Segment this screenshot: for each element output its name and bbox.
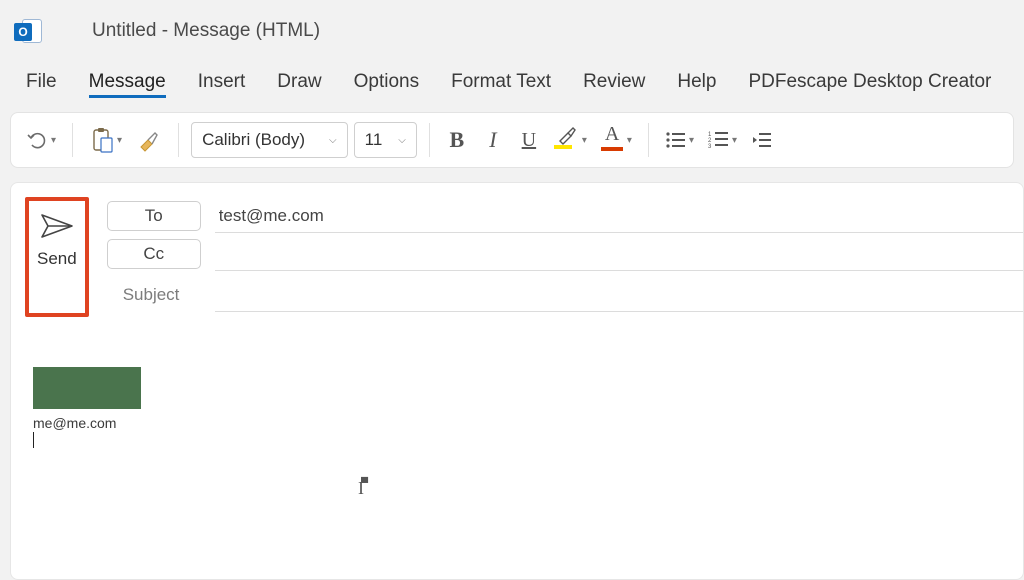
send-icon [38, 211, 76, 241]
paintbrush-icon [136, 127, 162, 153]
highlight-button[interactable]: ▾ [550, 122, 591, 158]
menu-message[interactable]: Message [89, 67, 166, 98]
format-painter-button[interactable] [132, 122, 166, 158]
compose-panel: Send To Cc Subject me@me.com I▀ [10, 182, 1024, 580]
chevron-down-icon: ▾ [689, 135, 694, 146]
menu-help[interactable]: Help [677, 67, 716, 97]
menu-format-text[interactable]: Format Text [451, 67, 551, 97]
menu-bar: File Message Insert Draw Options Format … [0, 62, 1024, 102]
send-label: Send [37, 249, 77, 269]
signature-image-block [33, 367, 141, 409]
subject-input[interactable] [215, 278, 1023, 312]
italic-button[interactable]: I [478, 122, 508, 158]
font-size-select[interactable]: 11 ⌵ [354, 122, 417, 158]
bullet-list-icon [665, 130, 687, 150]
subject-label: Subject [107, 285, 201, 305]
chevron-down-icon: ▾ [627, 135, 632, 146]
bullet-list-button[interactable]: ▾ [661, 122, 698, 158]
bold-button[interactable]: B [442, 122, 472, 158]
window-title: Untitled - Message (HTML) [92, 20, 320, 42]
to-button[interactable]: To [107, 201, 201, 231]
signature-email: me@me.com [33, 415, 1023, 431]
font-color-icon: A [601, 125, 625, 155]
chevron-down-icon: ⌵ [398, 135, 406, 146]
undo-icon [25, 128, 49, 152]
separator [429, 123, 430, 157]
undo-button[interactable]: ▾ [21, 122, 60, 158]
menu-pdfescape[interactable]: PDFescape Desktop Creator [748, 67, 991, 97]
menu-draw[interactable]: Draw [277, 67, 321, 97]
highlighter-icon [556, 125, 578, 145]
chevron-down-icon: ▾ [51, 135, 56, 146]
send-button[interactable]: Send [25, 197, 89, 317]
svg-text:3: 3 [708, 144, 712, 150]
mouse-cursor-icon: I▀ [358, 478, 1023, 499]
menu-review[interactable]: Review [583, 67, 645, 97]
separator [72, 123, 73, 157]
cc-input[interactable] [215, 237, 1023, 271]
ribbon-toolbar: ▾ ▾ Calibri (Body) ⌵ 11 ⌵ B I U [10, 112, 1014, 168]
numbered-list-icon: 1 2 3 [708, 130, 730, 150]
font-color-button[interactable]: A ▾ [597, 122, 636, 158]
chevron-down-icon: ▾ [582, 135, 587, 146]
chevron-down-icon: ⌵ [329, 135, 337, 146]
title-bar: O Untitled - Message (HTML) [0, 0, 1024, 62]
font-size-value: 11 [365, 130, 383, 150]
message-body[interactable]: me@me.com I▀ [25, 347, 1023, 579]
font-name-value: Calibri (Body) [202, 130, 305, 150]
text-caret [33, 432, 34, 448]
decrease-indent-icon [751, 130, 773, 150]
paste-button[interactable]: ▾ [85, 122, 126, 158]
underline-button[interactable]: U [514, 122, 544, 158]
menu-options[interactable]: Options [354, 67, 419, 97]
cc-button[interactable]: Cc [107, 239, 201, 269]
menu-file[interactable]: File [26, 67, 57, 97]
chevron-down-icon: ▾ [732, 135, 737, 146]
font-name-select[interactable]: Calibri (Body) ⌵ [191, 122, 348, 158]
numbered-list-button[interactable]: 1 2 3 ▾ [704, 122, 741, 158]
separator [178, 123, 179, 157]
separator [648, 123, 649, 157]
decrease-indent-button[interactable] [747, 122, 777, 158]
clipboard-icon [89, 126, 115, 154]
chevron-down-icon: ▾ [117, 135, 122, 146]
outlook-icon: O [14, 17, 42, 45]
menu-insert[interactable]: Insert [198, 67, 246, 97]
to-input[interactable] [215, 199, 1023, 233]
